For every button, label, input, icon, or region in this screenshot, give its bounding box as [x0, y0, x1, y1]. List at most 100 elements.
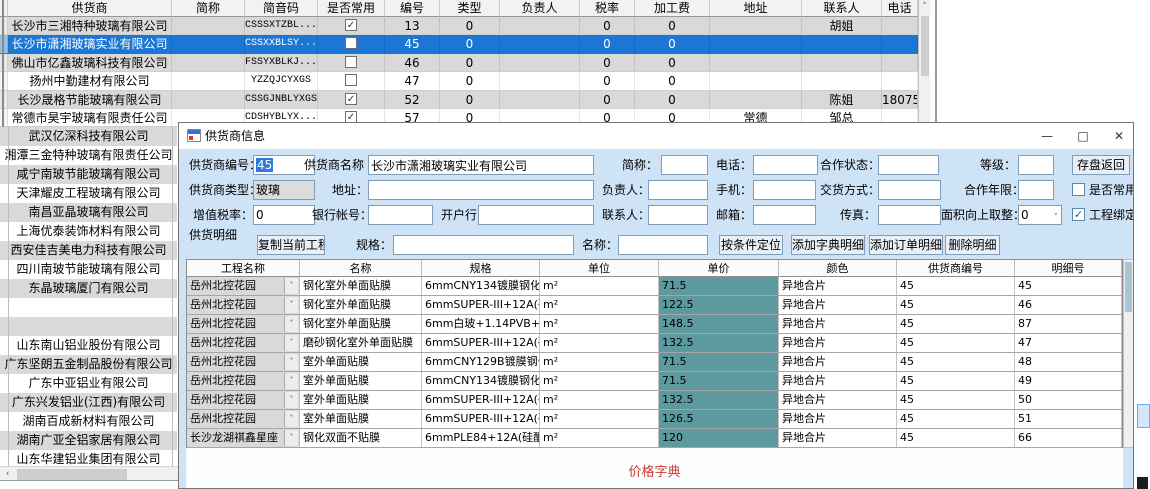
price-cell[interactable]: 120 [659, 429, 779, 447]
column-header[interactable]: 地址 [710, 0, 802, 17]
supplier-row[interactable]: 湖南广亚全铝家居有限公司 [0, 431, 177, 450]
common-checkbox[interactable] [318, 35, 385, 52]
column-header[interactable]: 是否常用 [318, 0, 385, 17]
supplier-list-hscrollbar[interactable]: ‹ [0, 466, 178, 481]
price-cell[interactable]: 132.5 [659, 334, 779, 352]
supplier-row[interactable]: 广东坚朗五金制品股份有限公司 [0, 355, 177, 374]
copy-project-button[interactable]: 复制当前工程 [257, 235, 325, 255]
detail-row[interactable]: 岳州北控花园˅钢化室外单面贴膜6mm白玻+1.14PVB+6mm...m²148… [187, 315, 1122, 334]
column-header[interactable]: 电话 [882, 0, 918, 17]
add-order-detail-button[interactable]: 添加订单明细 [869, 235, 943, 255]
supplier-name-input[interactable] [368, 155, 594, 175]
minimize-icon[interactable]: — [1029, 123, 1065, 149]
detail-row[interactable]: 岳州北控花园˅室外单面贴膜6mmCNY134镀膜钢化m²71.5异地合片4549 [187, 372, 1122, 391]
empty-row[interactable] [0, 317, 177, 336]
detail-column-header[interactable]: 规格 [422, 260, 540, 277]
vat-rate-input[interactable] [253, 205, 315, 225]
detail-row[interactable]: 岳州北控花园˅钢化室外单面贴膜6mmSUPER-III+12A(硅...m²12… [187, 296, 1122, 315]
supplier-type-input[interactable]: 玻璃 [253, 180, 315, 200]
detail-row[interactable]: 岳州北控花园˅室外单面贴膜6mmSUPER-III+12A(硅...m²132.… [187, 391, 1122, 410]
chevron-down-icon[interactable]: ˅ [284, 278, 298, 294]
column-header[interactable]: 税率 [580, 0, 635, 17]
common-checkbox[interactable]: ✓ [318, 17, 385, 34]
scrollbar-thumb[interactable] [1125, 262, 1132, 312]
project-combo-cell[interactable]: 岳州北控花园˅ [187, 410, 300, 428]
chevron-down-icon[interactable]: ˅ [284, 354, 298, 370]
phone-input[interactable] [753, 155, 818, 175]
chevron-down-icon[interactable]: ˅ [284, 392, 298, 408]
supplier-row[interactable]: 上海优泰装饰材料有限公司 [0, 222, 177, 241]
detail-row[interactable]: 岳州北控花园˅室外单面贴膜6mmCNY129B镀膜钢化m²71.5异地合片454… [187, 353, 1122, 372]
price-cell[interactable]: 71.5 [659, 353, 779, 371]
project-combo-cell[interactable]: 岳州北控花园˅ [187, 334, 300, 352]
detail-column-header[interactable]: 名称 [300, 260, 422, 277]
round-up-select[interactable]: 0 ˅ [1018, 205, 1062, 225]
chevron-down-icon[interactable]: ˅ [284, 335, 298, 351]
email-input[interactable] [753, 205, 816, 225]
project-combo-cell[interactable]: 岳州北控花园˅ [187, 315, 300, 333]
owner-input[interactable] [648, 180, 708, 200]
maximize-icon[interactable]: □ [1065, 123, 1101, 149]
scroll-left-icon[interactable]: ‹ [0, 467, 15, 482]
detail-column-header[interactable]: 颜色 [779, 260, 897, 277]
price-cell[interactable]: 71.5 [659, 277, 779, 295]
dialog-titlebar[interactable]: 供货商信息 — □ ✕ [179, 123, 1133, 149]
supplier-row[interactable]: 山东华建铝业集团有限公司 [0, 450, 177, 466]
project-combo-cell[interactable]: 长沙龙湖祺鑫星座˅ [187, 429, 300, 447]
price-cell[interactable]: 126.5 [659, 410, 779, 428]
detail-column-header[interactable]: 供货商编号 [897, 260, 1015, 277]
address-input[interactable] [368, 180, 594, 200]
column-header[interactable]: 加工费 [635, 0, 710, 17]
close-icon[interactable]: ✕ [1101, 123, 1134, 149]
price-cell[interactable]: 148.5 [659, 315, 779, 333]
column-header[interactable]: 类型 [440, 0, 500, 17]
supplier-row[interactable]: 天津耀皮工程玻璃有限公司 [0, 184, 177, 203]
supplier-row[interactable]: 湖南百成新材料有限公司 [0, 412, 177, 431]
common-checkbox[interactable]: ✓ [318, 91, 385, 108]
column-header[interactable]: 简音码 [245, 0, 318, 17]
supplier-row[interactable]: 咸宁南玻节能玻璃有限公司 [0, 165, 177, 184]
price-cell[interactable]: 132.5 [659, 391, 779, 409]
common-checkbox[interactable] [318, 54, 385, 71]
delete-detail-button[interactable]: 删除明细 [945, 235, 1000, 255]
coop-years-input[interactable] [1018, 180, 1054, 200]
supplier-row[interactable]: 湘潭三金特种玻璃有限责任公司 [0, 146, 177, 165]
detail-row[interactable]: 岳州北控花园˅钢化室外单面贴膜6mmCNY134镀膜钢化m²71.5异地合片45… [187, 277, 1122, 296]
supplier-row[interactable]: 四川南玻节能玻璃有限公司 [0, 260, 177, 279]
detail-column-header[interactable]: 单位 [540, 260, 659, 277]
add-dict-detail-button[interactable]: 添加字典明细 [791, 235, 865, 255]
project-bind-checkbox[interactable]: ✓ [1072, 208, 1085, 221]
contact-input[interactable] [648, 205, 708, 225]
detail-row[interactable]: 岳州北控花园˅磨砂钢化室外单面贴膜6mmSUPER-III+12A(硅...m²… [187, 334, 1122, 353]
column-header[interactable]: 简称 [172, 0, 245, 17]
project-combo-cell[interactable]: 岳州北控花园˅ [187, 277, 300, 295]
price-cell[interactable]: 71.5 [659, 372, 779, 390]
supplier-row[interactable]: 山东南山铝业股份有限公司 [0, 336, 177, 355]
delivery-method-input[interactable] [878, 180, 941, 200]
supplier-row[interactable]: 武汉亿深科技有限公司 [0, 127, 177, 146]
supplier-row[interactable]: 西安佳吉美电力科技有限公司 [0, 241, 177, 260]
chevron-down-icon[interactable]: ˅ [284, 297, 298, 313]
project-combo-cell[interactable]: 岳州北控花园˅ [187, 296, 300, 314]
coop-status-input[interactable] [878, 155, 939, 175]
scroll-up-icon[interactable]: ˄ [919, 0, 930, 14]
chevron-down-icon[interactable]: ˅ [284, 411, 298, 427]
spec-filter-input[interactable] [393, 235, 574, 255]
mobile-input[interactable] [753, 180, 816, 200]
empty-row[interactable] [0, 298, 177, 317]
fax-input[interactable] [878, 205, 941, 225]
column-header[interactable]: 编号 [385, 0, 440, 17]
is-common-checkbox[interactable] [1072, 183, 1085, 196]
chevron-down-icon[interactable]: ˅ [284, 373, 298, 389]
supplier-row[interactable]: 东晶玻璃厦门有限公司 [0, 279, 177, 298]
detail-row[interactable]: 岳州北控花园˅室外单面贴膜6mmSUPER-III+12A(硅...m²126.… [187, 410, 1122, 429]
chevron-down-icon[interactable]: ˅ [1054, 209, 1059, 225]
project-combo-cell[interactable]: 岳州北控花园˅ [187, 353, 300, 371]
detail-table-vscrollbar[interactable] [1123, 259, 1134, 448]
short-name-input[interactable] [661, 155, 708, 175]
name-filter-input[interactable] [618, 235, 708, 255]
detail-column-header[interactable]: 单价 [659, 260, 779, 277]
supplier-table-vscrollbar[interactable]: ˄ [918, 0, 930, 122]
project-combo-cell[interactable]: 岳州北控花园˅ [187, 372, 300, 390]
supplier-row[interactable]: 广东兴发铝业(江西)有限公司 [0, 393, 177, 412]
